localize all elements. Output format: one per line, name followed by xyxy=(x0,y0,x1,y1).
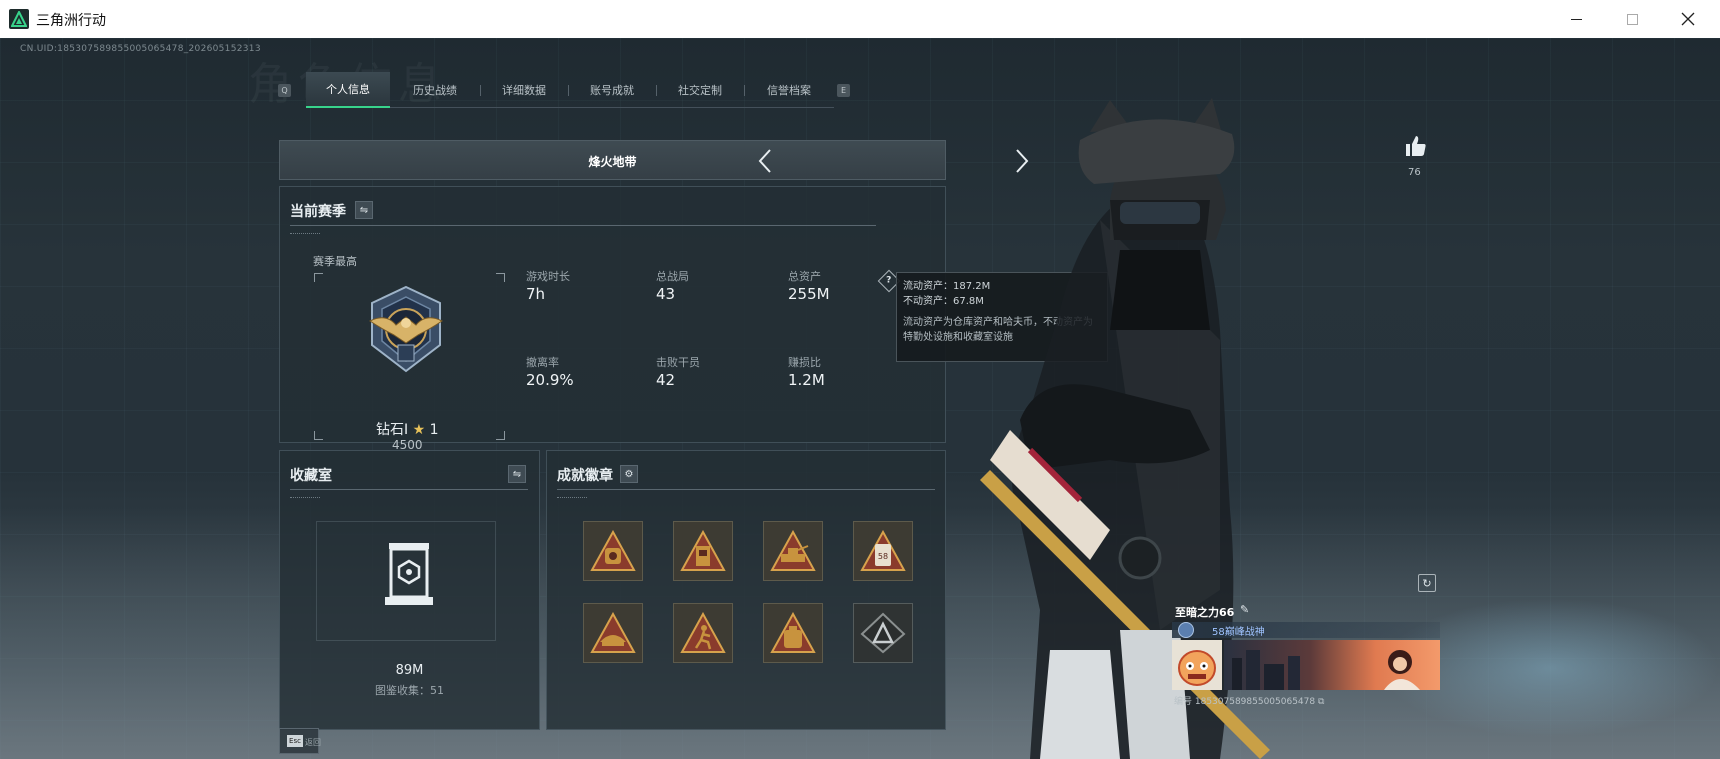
decor-dots xyxy=(557,497,587,499)
minimize-icon xyxy=(1570,18,1582,20)
tab-detailed-data[interactable]: 详细数据 xyxy=(480,72,568,108)
close-button[interactable] xyxy=(1660,0,1716,38)
like-count: 76 xyxy=(1408,167,1421,178)
edit-icon[interactable]: ✎ xyxy=(1240,603,1249,616)
frame-corner xyxy=(314,273,323,282)
stat-value-matches: 43 xyxy=(656,285,676,303)
collection-value: 89M xyxy=(395,663,424,678)
rank-stars: 1 xyxy=(429,422,439,438)
stat-label-playtime: 游戏时长 xyxy=(526,270,570,283)
avatar[interactable] xyxy=(1172,640,1222,690)
player-id: 编号 185307589855005065478 ⧉ xyxy=(1174,697,1325,707)
frame-corner xyxy=(496,273,505,282)
tab-personal-info[interactable]: 个人信息 xyxy=(306,72,390,108)
stat-label-matches: 总战局 xyxy=(656,270,689,283)
player-title: 58巅峰战神 xyxy=(1212,627,1265,638)
player-banner xyxy=(1224,640,1440,690)
app-logo-icon xyxy=(9,9,29,29)
badges-panel: 成就徽章 ⚙ 58 xyxy=(546,450,946,730)
star-icon: ★ xyxy=(412,422,426,438)
esc-key-label: Esc xyxy=(287,735,303,747)
window-titlebar: 三角洲行动 xyxy=(0,0,1720,38)
decor-dots xyxy=(290,233,320,235)
maximize-icon xyxy=(1626,13,1638,25)
badge-card-icon[interactable]: 58 xyxy=(853,521,913,581)
mode-title: 烽火地带 xyxy=(588,155,637,169)
game-viewport: CN.UID:185307589855005065478_20260515231… xyxy=(0,38,1720,759)
thumbs-up-icon[interactable] xyxy=(1404,134,1428,158)
rank-tier: 钻石I xyxy=(376,422,409,438)
badge-triangle-icon[interactable] xyxy=(853,603,913,663)
maximize-button[interactable] xyxy=(1604,0,1660,38)
season-best-label: 赛季最高 xyxy=(313,255,357,268)
gear-icon: ⚙ xyxy=(624,468,634,480)
badge-card-text: 58 xyxy=(878,552,888,561)
refresh-button[interactable]: ↻ xyxy=(1418,574,1436,592)
collection-count: 图鉴收集：51 xyxy=(375,684,444,697)
rank-emblem-icon xyxy=(369,285,443,373)
stat-value-kills: 42 xyxy=(656,371,676,389)
uid-text: CN.UID:185307589855005065478_20260515231… xyxy=(20,44,261,54)
display-case-icon[interactable] xyxy=(381,541,437,609)
section-divider xyxy=(557,489,935,490)
close-icon xyxy=(1681,12,1695,26)
season-panel: 当前赛季 ⇋ 赛季最高 钻石I ★ 1 4500 游戏时长 7h 总战局 43 … xyxy=(279,186,946,452)
frame-corner xyxy=(496,431,505,440)
esc-label: 返回 xyxy=(305,738,321,747)
badges-title: 成就徽章 xyxy=(557,468,613,484)
rank-name: 钻石I ★ 1 xyxy=(376,419,439,439)
stat-label-profit-ratio: 赚损比 xyxy=(788,356,821,369)
tab-reputation[interactable]: 信誉档案 xyxy=(744,72,834,108)
collection-title: 收藏室 xyxy=(290,468,332,484)
frame-corner xyxy=(314,431,323,440)
stat-value-profit-ratio: 1.2M xyxy=(788,371,825,389)
collection-switch-button[interactable]: ⇋ xyxy=(508,465,526,483)
stat-value-total-assets: 255M xyxy=(788,285,830,303)
refresh-icon: ↻ xyxy=(1422,576,1432,590)
badges-settings-button[interactable]: ⚙ xyxy=(620,465,638,483)
tab-match-history[interactable]: 历史战绩 xyxy=(390,72,480,108)
collection-panel: 收藏室 ⇋ 89M 图鉴收集：51 xyxy=(279,450,540,730)
stat-label-extract-rate: 撤离率 xyxy=(526,356,559,369)
player-name: 至暗之力66 xyxy=(1175,606,1235,619)
player-card[interactable]: 至暗之力66 ✎ 58巅峰战神 编号 185307589855005065478… xyxy=(1172,600,1440,720)
minimize-button[interactable] xyxy=(1548,0,1604,38)
section-divider xyxy=(290,489,528,490)
season-title: 当前赛季 xyxy=(290,204,346,220)
mode-selector: 烽火地带 xyxy=(279,140,1029,180)
decor-dots xyxy=(290,497,320,499)
badge-boat-icon[interactable] xyxy=(583,603,643,663)
season-switch-button[interactable]: ⇋ xyxy=(355,201,373,219)
badge-pack-icon[interactable] xyxy=(763,603,823,663)
tab-achievements[interactable]: 账号成就 xyxy=(568,72,656,108)
swap-icon: ⇋ xyxy=(359,204,369,216)
badge-bag-icon[interactable] xyxy=(583,521,643,581)
badge-backpack-icon[interactable] xyxy=(673,521,733,581)
copy-icon[interactable]: ⧉ xyxy=(1318,697,1324,707)
badge-vehicle-icon[interactable] xyxy=(763,521,823,581)
stat-value-extract-rate: 20.9% xyxy=(526,371,574,389)
stat-label-kills: 击败干员 xyxy=(656,356,700,369)
tab-social-custom[interactable]: 社交定制 xyxy=(656,72,744,108)
swap-icon: ⇋ xyxy=(512,468,522,480)
tab-bar: 个人信息 历史战绩 详细数据 账号成就 社交定制 信誉档案 xyxy=(276,72,864,108)
stat-label-total-assets: 总资产 xyxy=(788,270,821,283)
window-title: 三角洲行动 xyxy=(36,13,106,29)
title-emblem-icon xyxy=(1178,622,1194,638)
badge-runner-icon[interactable] xyxy=(673,603,733,663)
stat-value-playtime: 7h xyxy=(526,285,546,303)
section-divider xyxy=(290,225,876,226)
